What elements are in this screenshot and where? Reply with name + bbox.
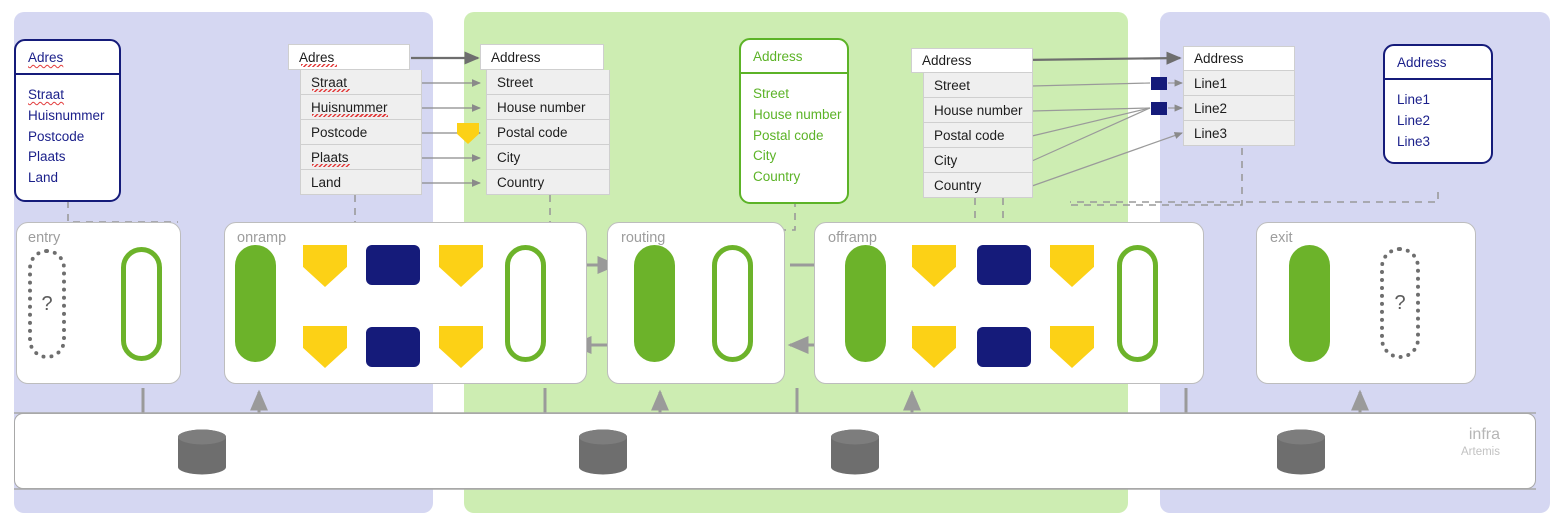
entity-title: Address xyxy=(1397,55,1447,70)
table-address-lines: Address Line1 Line2 Line3 xyxy=(1183,46,1295,146)
infra-subtitle: Artemis xyxy=(1461,446,1500,458)
table-row[interactable]: Street xyxy=(923,73,1033,98)
table-header: Address xyxy=(911,48,1033,73)
entity-adres-title: Adres xyxy=(28,50,64,65)
datastore-cylinder-exit[interactable] xyxy=(1276,429,1326,475)
table-row[interactable]: Postal code xyxy=(923,123,1033,148)
entity-field-plaats: Plaats xyxy=(28,149,66,165)
entity-adres-source: Adres Straat Huisnummer Postcode Plaats … xyxy=(14,39,121,202)
spellcheck-underline xyxy=(312,89,350,92)
spellcheck-underline xyxy=(301,64,337,67)
entity-field-land: Land xyxy=(28,170,59,186)
table-address-en: Address Street House number Postal code … xyxy=(480,44,610,195)
entity-field-street: Street xyxy=(753,86,790,101)
process-node-offramp-top[interactable] xyxy=(977,245,1031,285)
datastore-cylinder-onramp[interactable] xyxy=(177,429,227,475)
lane-offramp-label: offramp xyxy=(828,230,877,246)
unknown-marker: ? xyxy=(41,292,53,315)
entity-field-house-number: House number xyxy=(753,106,842,122)
entity-field-line3: Line3 xyxy=(1397,133,1431,149)
datastore-cylinder-routing-in[interactable] xyxy=(578,429,628,475)
lane-entry-label: entry xyxy=(28,230,61,246)
service-node-routing[interactable] xyxy=(712,245,753,362)
table-row[interactable]: Line2 xyxy=(1183,96,1295,121)
spellcheck-underline xyxy=(312,114,388,117)
table-row[interactable]: Postcode xyxy=(300,120,422,145)
table-row[interactable]: Country xyxy=(923,173,1033,198)
entity-field-list: Street House number Postal code City Cou… xyxy=(741,74,847,198)
lane-routing-label: routing xyxy=(621,230,666,246)
entity-address-canonical: Address Street House number Postal code … xyxy=(739,38,849,204)
table-row[interactable]: City xyxy=(486,145,610,170)
table-row[interactable]: Line1 xyxy=(1183,71,1295,96)
concat-operator-icon xyxy=(1151,102,1167,115)
table-row[interactable]: Country xyxy=(486,170,610,195)
service-node-entry[interactable] xyxy=(121,247,162,361)
table-address-mid: Address Street House number Postal code … xyxy=(911,48,1033,198)
entity-field-country: Country xyxy=(753,169,801,185)
process-node-onramp-bottom[interactable] xyxy=(366,327,420,367)
table-row[interactable]: House number xyxy=(923,98,1033,123)
diagram-canvas: Adres Straat Huisnummer Postcode Plaats … xyxy=(0,0,1562,525)
entity-address-target: Address Line1 Line2 Line3 xyxy=(1383,44,1493,164)
datastore-cylinder-routing-out[interactable] xyxy=(830,429,880,475)
entity-title: Address xyxy=(753,49,803,64)
table-row[interactable]: House number xyxy=(486,95,610,120)
table-row[interactable]: Street xyxy=(486,70,610,95)
lane-exit-label: exit xyxy=(1270,230,1293,246)
table-header: Address xyxy=(480,44,604,70)
queue-node-onramp-in[interactable] xyxy=(235,245,276,362)
queue-node-routing[interactable] xyxy=(634,245,675,362)
entity-field-line1: Line1 xyxy=(1397,92,1431,107)
table-row[interactable]: Line3 xyxy=(1183,121,1295,146)
entity-field-postal-code: Postal code xyxy=(753,127,824,143)
queue-node-exit[interactable] xyxy=(1289,245,1330,362)
entity-field-line2: Line2 xyxy=(1397,112,1431,128)
entity-field-huisnummer: Huisnummer xyxy=(28,107,105,123)
table-header: Address xyxy=(1183,46,1295,71)
entity-field-list: Line1 Line2 Line3 xyxy=(1385,80,1491,162)
table-row[interactable]: Land xyxy=(300,170,422,195)
entity-field-list: Straat Huisnummer Postcode Plaats Land xyxy=(16,75,119,199)
lane-onramp-label: onramp xyxy=(237,230,287,246)
service-node-onramp[interactable] xyxy=(505,245,546,362)
entity-title: Adres xyxy=(16,41,119,73)
table-row[interactable]: City xyxy=(923,148,1033,173)
entity-field-postcode: Postcode xyxy=(28,128,85,144)
unknown-endpoint-entry[interactable]: ? xyxy=(28,249,66,359)
table-row[interactable]: Postal code xyxy=(486,120,610,145)
unknown-endpoint-exit[interactable]: ? xyxy=(1380,247,1420,359)
infra-title: infra xyxy=(1468,426,1500,443)
service-node-offramp[interactable] xyxy=(1117,245,1158,362)
concat-operator-icon xyxy=(1151,77,1167,90)
spellcheck-underline xyxy=(312,164,350,167)
process-node-onramp-top[interactable] xyxy=(366,245,420,285)
entity-field-city: City xyxy=(753,148,777,164)
entity-field-straat: Straat xyxy=(28,87,65,102)
queue-node-offramp-in[interactable] xyxy=(845,245,886,362)
process-node-offramp-bottom[interactable] xyxy=(977,327,1031,367)
unknown-marker: ? xyxy=(1394,291,1406,314)
